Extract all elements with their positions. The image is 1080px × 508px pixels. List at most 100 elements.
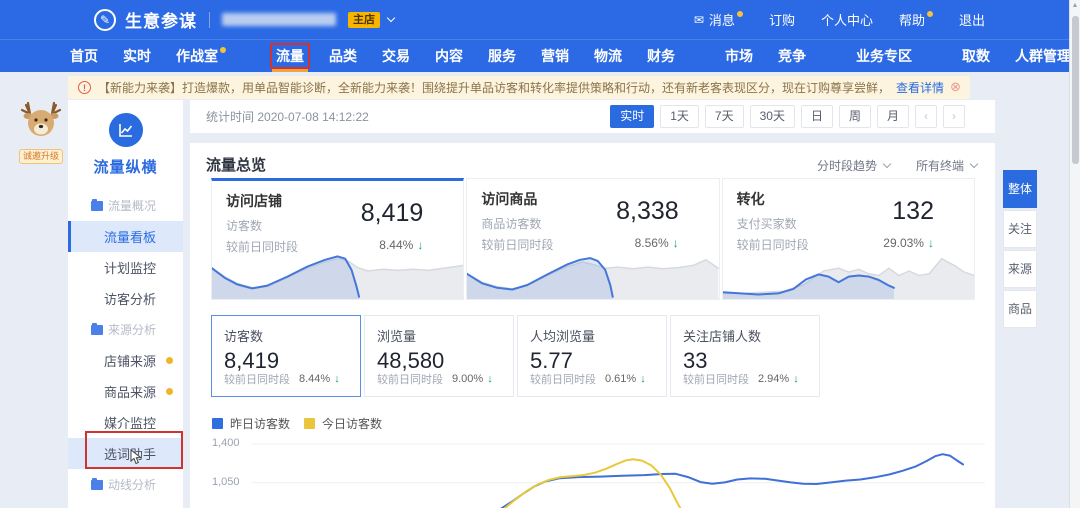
nav-item-service[interactable]: 服务 [488,40,516,72]
metric-card-avg-pageviews[interactable]: 人均浏览量 5.77 较前日同时段 0.61% ↓ [517,315,667,397]
sidebar-item-label: 媒介监控 [104,416,157,431]
nav-item-label: 取数 [962,48,990,64]
overview-card-conversion[interactable]: 转化 支付买家数 132 较前日同时段 29.03% ↓ [721,178,975,300]
nav-item-realtime[interactable]: 实时 [123,40,151,72]
range-button-week[interactable]: 周 [838,105,871,128]
chevron-down-icon [882,159,892,168]
metric-label: 商品访客数 [481,217,542,231]
sparkline-chart-visit-item [467,257,719,299]
sidebar-item-label: 流量看板 [104,230,157,245]
nav-item-competition[interactable]: 竞争 [778,40,806,72]
nav-item-marketing[interactable]: 营销 [541,40,569,72]
nav-item-label: 实时 [123,48,151,64]
nav-item-label: 服务 [488,48,516,64]
metric-card-pageviews[interactable]: 浏览量 48,580 较前日同时段 9.00% ↓ [364,315,514,397]
dropdown-all-terminals[interactable]: 所有终端 [916,157,979,174]
compare-label: 较前日同时段 [224,374,290,386]
sidebar-list: 流量概况流量看板计划监控访客分析 来源分析 店铺来源 商品来源媒介监控选词助手动线分析… [68,190,183,508]
nav-item-finance[interactable]: 财务 [647,40,675,72]
topbar: ✎ 生意参谋 主店 ✉ 消息 订购 个人中心 帮助 退出 [0,0,1080,39]
nav-item-home[interactable]: 首页 [70,40,98,72]
side-tab-item[interactable]: 商品 [1003,290,1037,328]
nav-item-data-fetch[interactable]: 取数 [962,40,990,72]
topbar-item-message[interactable]: ✉ 消息 [694,10,743,29]
traffic-overview-panel: 流量总览 分时段趋势 所有终端 访问店铺 访客数 8,419 较前日同时段 8.44% ↓ 访… [190,143,995,508]
nav-item-category[interactable]: 品类 [329,40,357,72]
notice-detail-link[interactable]: 查看详情 [896,79,944,96]
topbar-item-logout[interactable]: 退出 [959,10,985,29]
metric-card-visitors[interactable]: 访客数 8,419 较前日同时段 8.44% ↓ [211,315,361,397]
trend-down-icon: ↓ [640,373,646,385]
pager-prev-button[interactable]: ‹ [915,105,937,128]
metric-card-compare: 较前日同时段 0.61% ↓ [530,371,646,387]
deer-mascot-image [20,101,62,136]
topbar-item-order[interactable]: 订购 [769,10,795,29]
notification-dot [736,10,743,17]
metric-card-label: 浏览量 [377,329,417,344]
range-button-30d[interactable]: 30天 [749,105,795,128]
range-button-7d[interactable]: 7天 [704,105,744,128]
scrollbar-up-icon[interactable]: ▲ [1070,2,1080,9]
topbar-item-label: 个人中心 [820,13,873,28]
sidebar-title: 流量纵横 [93,159,158,176]
sidebar-item-shop-source[interactable]: 店铺来源 [68,345,183,376]
nav-item-market[interactable]: 市场 [725,40,753,72]
shop-switch-chevron-icon[interactable] [386,13,396,22]
nav-item-trade[interactable]: 交易 [382,40,410,72]
range-button-1d[interactable]: 1天 [660,105,699,128]
legend-swatch [212,418,223,429]
side-tab-source[interactable]: 来源 [1003,250,1037,288]
overview-card-visit-shop[interactable]: 访问店铺 访客数 8,419 较前日同时段 8.44% ↓ [211,178,465,300]
metric-card-compare: 较前日同时段 8.44% ↓ [224,371,340,387]
upgrade-badge[interactable]: 诚邀升级 [18,149,63,164]
sidebar-item-word-assistant[interactable]: 选词助手 [68,438,183,469]
scrollbar-thumb[interactable] [1072,16,1079,164]
page-scrollbar[interactable]: ▲ [1069,0,1080,508]
topbar-item-label: 消息 [708,13,735,28]
time-range-group: 实时 1天 7天 30天日周月 ‹ › [610,105,965,128]
nav-item-label: 业务专区 [856,48,912,64]
annotation-box-traffic-nav [270,43,310,69]
sidebar-item-traffic-dashboard[interactable]: 流量看板 [68,221,183,252]
legend-item[interactable]: 今日访客数 [304,415,382,432]
dropdown-interval-trend[interactable]: 分时段趋势 [817,157,892,174]
sidebar-item-item-source[interactable]: 商品来源 [68,376,183,407]
range-button-realtime[interactable]: 实时 [610,105,655,128]
metric-card-shop-follows[interactable]: 关注店铺人数 33 较前日同时段 2.94% ↓ [670,315,820,397]
nav-item-war-room[interactable]: 作战室 [176,40,226,72]
sidebar-item-label: 流量概况 [108,199,157,213]
legend-label: 今日访客数 [322,417,383,431]
nav-item-logistics[interactable]: 物流 [594,40,622,72]
overview-card-visit-item[interactable]: 访问商品 商品访客数 8,338 较前日同时段 8.56% ↓ [466,178,720,300]
sidebar-item-label: 计划监控 [104,261,157,276]
chart-legend: 昨日访客数 今日访客数 [212,415,382,432]
nav-item-label: 首页 [70,48,98,64]
mascot[interactable]: 诚邀升级 [13,101,69,164]
sidebar-item-visitor-analysis[interactable]: 访客分析 [68,283,183,314]
legend-item[interactable]: 昨日访客数 [212,415,290,432]
topbar-item-personal-center[interactable]: 个人中心 [821,10,873,29]
metric-card-label: 访客数 [224,329,264,344]
pager-next-button[interactable]: › [943,105,965,128]
sidebar-item-media-monitor[interactable]: 媒介监控 [68,407,183,438]
sidebar-item-plan-monitor[interactable]: 计划监控 [68,252,183,283]
topbar-divider [209,11,210,28]
notice-bar: ! 【新能力来袭】打造爆款，用单品智能诊断，全新能力来袭！围绕提升单品访客和转化… [68,76,970,99]
sidebar-item-in-shop-path[interactable]: 店内路径 [68,500,183,508]
side-tab-follow[interactable]: 关注 [1003,210,1037,248]
trend-down-icon: ↓ [487,373,493,385]
notification-dot [220,47,226,53]
nav-item-business-zone[interactable]: 业务专区 [856,40,912,72]
range-button-month[interactable]: 月 [876,105,909,128]
y-tick-label: 1,400 [212,437,240,450]
side-tab-overall[interactable]: 整体 [1003,170,1037,208]
nav-item-traffic[interactable]: 流量 [270,40,310,72]
notice-close-icon[interactable]: ⊗ [950,79,961,95]
sidebar-item-source-analysis: 来源分析 [68,314,183,345]
nav-item-content[interactable]: 内容 [435,40,463,72]
compare-label: 较前日同时段 [530,374,596,386]
sidebar-item-label: 动线分析 [108,478,157,492]
metric-card-row: 访客数 8,419 较前日同时段 8.44% ↓ 浏览量 48,580 较前日同时段 9.00%… [211,315,820,397]
range-button-day[interactable]: 日 [800,105,833,128]
topbar-item-help[interactable]: 帮助 [899,10,933,29]
